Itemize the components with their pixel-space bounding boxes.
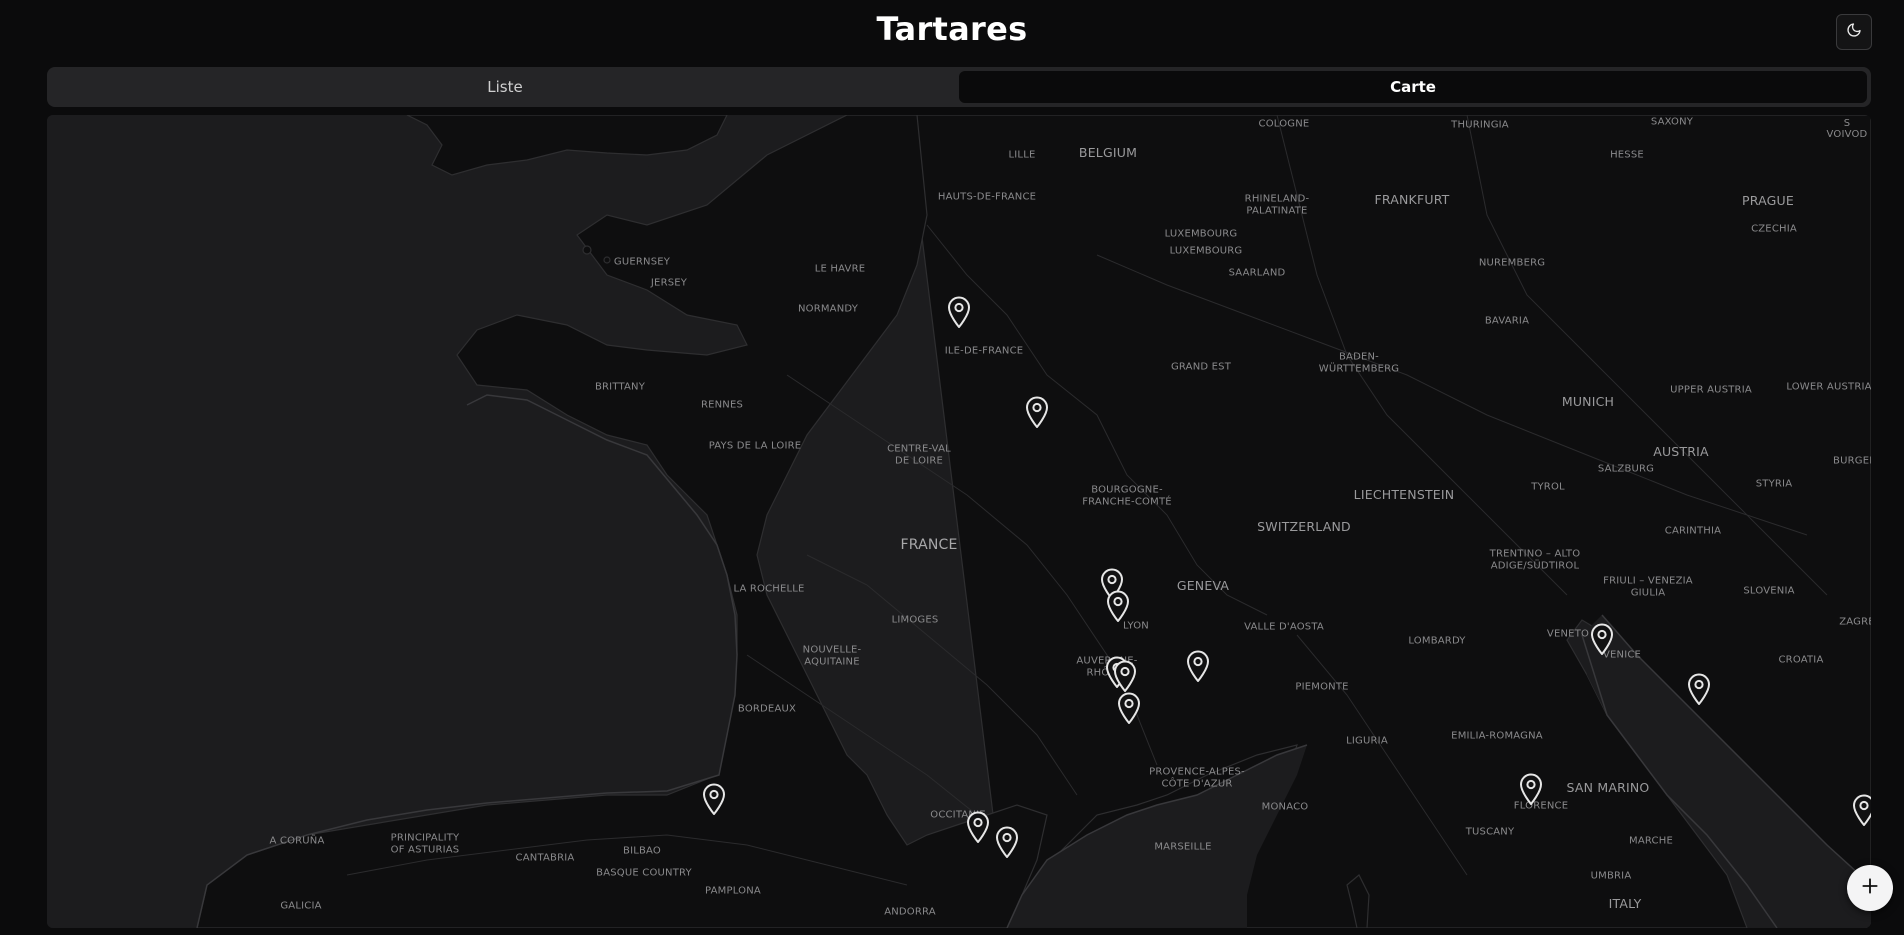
map-label-saarland: SAARLAND [1228,267,1286,279]
map-label-luxembourg-country: LUXEMBOURG [1164,228,1238,240]
moon-icon [1846,22,1862,42]
map-label-normandy: NORMANDY [797,303,859,315]
map-label-provence: PROVENCE-ALPES- CÔTE D'AZUR [1149,766,1245,790]
map-pin-icon[interactable] [1589,622,1615,656]
map-pin-icon[interactable] [1116,691,1142,725]
map-label-veneto: VENETO [1546,628,1590,640]
map-label-jersey: JERSEY [650,277,688,289]
map-label-friuli: FRIULI – VENEZIA GIULIA [1603,575,1693,599]
map-label-styria: STYRIA [1755,478,1793,490]
map-label-hesse: HESSE [1610,149,1644,161]
map-pin-icon[interactable] [965,810,991,844]
plus-icon [1860,876,1880,900]
map-label-marseille: MARSEILLE [1154,841,1212,853]
map-label-centre-val-de-loire: CENTRE-VAL DE LOIRE [887,443,951,467]
map-pin-icon[interactable] [1686,672,1712,706]
map-label-emilia-romagna: EMILIA-ROMAGNA [1451,730,1543,742]
map-label-a-coruna: A CORUÑA [269,835,325,847]
map-label-rhineland-palatinate: RHINELAND- PALATINATE [1244,193,1310,217]
map-label-umbria: UMBRIA [1590,870,1632,882]
map-label-geneva: GENEVA [1176,577,1230,593]
map-label-rennes: RENNES [700,399,744,411]
map-label-valle-d-aosta: VALLE D'AOSTA [1244,621,1324,633]
map-pin-icon[interactable] [994,825,1020,859]
map-label-monaco: MONACO [1261,801,1309,813]
map-pin-icon[interactable] [1851,793,1871,827]
map-pin-icon[interactable] [1112,659,1138,693]
map-label-hauts-de-france: HAUTS-DE-FRANCE [937,191,1037,203]
map-label-liguria: LIGURIA [1346,735,1388,747]
map-label-austria: AUSTRIA [1653,443,1709,459]
map-label-switzerland: SWITZERLAND [1257,518,1351,534]
map-label-prague: PRAGUE [1742,192,1794,208]
map-pin-icon[interactable] [1024,395,1050,429]
map-label-bilbao: BILBAO [623,845,661,857]
map-label-marche: MARCHE [1629,835,1673,847]
map-label-guernsey: GUERNSEY [613,256,671,268]
map-label-liechtenstein: LIECHTENSTEIN [1353,486,1455,502]
map-label-bavaria: BAVARIA [1484,315,1530,327]
map-label-baden-wurttemberg: BADEN- WÜRTTEMBERG [1318,351,1400,375]
map-label-nuremberg: NUREMBERG [1478,257,1546,269]
map-pin-icon[interactable] [1185,649,1211,683]
map-label-thuringia: THURINGIA [1451,119,1509,131]
map-label-slovenia: SLOVENIA [1743,585,1795,597]
map-label-lombardy: LOMBARDY [1408,635,1466,647]
map-label-frankfurt: FRANKFURT [1374,191,1450,207]
map-label-munich: MUNICH [1561,393,1615,409]
map-label-andorra: ANDORRA [884,906,936,918]
map-label-pamplona: PAMPLONA [705,885,761,897]
tab-carte[interactable]: Carte [959,71,1867,103]
map-label-tyrol: TYROL [1531,481,1565,493]
map-label-grand-est: GRAND EST [1170,361,1232,373]
view-tabs: Liste Carte [47,67,1871,107]
map-view[interactable]: COLOGNE THURINGIA SAXONY LOWER S VOIVOD … [47,115,1871,928]
map-label-lille: LILLE [1008,149,1036,161]
map-label-lower-silesia: LOWER S VOIVOD [1826,115,1868,140]
map-label-le-havre: LE HAVRE [814,263,866,275]
add-button[interactable] [1847,865,1893,911]
app-title: Tartares [876,10,1028,48]
map-label-pays-de-la-loire: PAYS DE LA LOIRE [708,440,802,452]
map-label-trentino: TRENTINO – ALTO ADIGE/SÜDTIROL [1489,548,1581,572]
map-label-zagreb: ZAGRE [1839,616,1871,628]
map-label-cantabria: CANTABRIA [515,852,575,864]
map-label-salzburg: SALZBURG [1597,463,1655,475]
map-label-burgenland: BURGEN [1833,455,1871,467]
map-label-la-rochelle: LA ROCHELLE [733,583,805,595]
map-label-basque-country: BASQUE COUNTRY [596,867,692,879]
map-label-asturias: PRINCIPALITY OF ASTURIAS [390,832,460,856]
theme-toggle-button[interactable] [1836,14,1872,50]
map-pin-icon[interactable] [701,782,727,816]
map-pin-icon[interactable] [1105,589,1131,623]
map-label-bordeaux: BORDEAUX [737,703,797,715]
map-label-upper-austria: UPPER AUSTRIA [1670,384,1752,396]
map-label-saxony: SAXONY [1650,116,1694,128]
map-label-brittany: BRITTANY [594,381,646,393]
map-label-france: FRANCE [900,536,958,553]
map-label-ile-de-france: ILE-DE-FRANCE [944,345,1024,357]
map-label-croatia: CROATIA [1778,654,1824,666]
map-label-luxembourg-city: LUXEMBOURG [1169,245,1243,257]
map-label-bourgogne-franche-comte: BOURGOGNE- FRANCHE-COMTÉ [1082,484,1172,508]
map-label-lower-austria: LOWER AUSTRIA [1786,381,1871,393]
map-basemap [47,115,1871,928]
map-label-belgium: BELGIUM [1078,144,1138,160]
map-label-san-marino: SAN MARINO [1566,779,1650,795]
map-label-italy: ITALY [1608,895,1642,911]
map-label-piemonte: PIEMONTE [1295,681,1349,693]
map-pin-icon[interactable] [946,295,972,329]
map-label-limoges: LIMOGES [891,614,939,626]
map-label-nouvelle-aquitaine: NOUVELLE- AQUITAINE [802,644,862,668]
map-label-cologne: COLOGNE [1258,118,1310,130]
map-pin-icon[interactable] [1518,772,1544,806]
map-label-tuscany: TUSCANY [1465,826,1515,838]
map-label-czechia: CZECHIA [1751,223,1797,235]
map-label-galicia: GALICIA [280,900,322,912]
map-label-carinthia: CARINTHIA [1664,525,1722,537]
tab-liste[interactable]: Liste [51,71,959,103]
